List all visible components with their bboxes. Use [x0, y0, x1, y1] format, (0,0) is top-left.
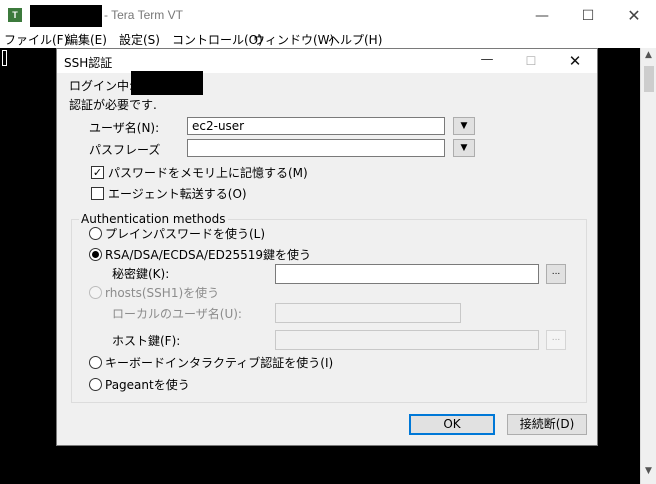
- minimize-button[interactable]: —: [520, 0, 564, 32]
- plain-password-radio[interactable]: [89, 227, 102, 240]
- username-dropdown-icon[interactable]: ▼: [453, 117, 475, 135]
- auth-methods-group-label: Authentication methods: [79, 212, 228, 226]
- passphrase-label: パスフレーズ: [89, 143, 161, 157]
- dialog-title: SSH認証: [64, 56, 113, 70]
- menu-settings[interactable]: 設定(S): [119, 32, 160, 48]
- pageant-label[interactable]: Pageantを使う: [105, 376, 190, 393]
- main-window-title: - Tera Term VT: [104, 8, 183, 22]
- private-key-browse-button[interactable]: ...: [546, 264, 566, 284]
- remember-password-checkbox[interactable]: ✓: [91, 166, 104, 179]
- passphrase-input[interactable]: [187, 139, 445, 157]
- login-prefix-label: ログイン中:: [69, 79, 134, 93]
- host-key-label: ホスト鍵(F):: [112, 334, 181, 348]
- tera-term-app-icon: T: [8, 8, 22, 22]
- menu-edit[interactable]: 編集(E): [66, 32, 107, 48]
- redacted-login-host: [131, 71, 203, 95]
- plain-password-label[interactable]: プレインパスワードを使う(L): [105, 225, 265, 242]
- local-user-input: [275, 303, 461, 323]
- username-label: ユーザ名(N):: [89, 121, 160, 135]
- disconnect-button[interactable]: 接続断(D): [507, 414, 587, 435]
- vertical-scrollbar[interactable]: ▲ ▼: [640, 48, 656, 484]
- dialog-titlebar[interactable]: SSH認証 — ☐ ✕: [57, 49, 597, 73]
- menu-control[interactable]: コントロール(O): [172, 32, 263, 48]
- remember-password-label[interactable]: パスワードをメモリ上に記憶する(M): [108, 164, 308, 181]
- rhosts-radio: [89, 286, 102, 299]
- dialog-minimize-button[interactable]: —: [469, 49, 505, 73]
- keyboard-interactive-label[interactable]: キーボードインタラクティブ認証を使う(I): [105, 354, 333, 371]
- redacted-hostname: [30, 5, 102, 27]
- rhosts-label: rhosts(SSH1)を使う: [105, 286, 220, 300]
- main-window-titlebar[interactable]: T - Tera Term VT — ☐ ✕: [0, 0, 656, 32]
- scroll-up-arrow-icon[interactable]: ▲: [641, 50, 656, 60]
- menu-file[interactable]: ファイル(F): [4, 32, 68, 48]
- host-key-browse-button: ...: [546, 330, 566, 350]
- host-key-input: [275, 330, 539, 350]
- rsa-key-label[interactable]: RSA/DSA/ECDSA/ED25519鍵を使う: [105, 246, 311, 263]
- dialog-maximize-button: ☐: [525, 54, 537, 68]
- agent-forward-checkbox[interactable]: [91, 187, 104, 200]
- maximize-button[interactable]: ☐: [566, 0, 610, 32]
- passphrase-dropdown-icon[interactable]: ▼: [453, 139, 475, 157]
- ok-button[interactable]: OK: [409, 414, 495, 435]
- terminal-cursor: [2, 50, 7, 66]
- private-key-label: 秘密鍵(K):: [112, 267, 170, 281]
- pageant-radio[interactable]: [89, 378, 102, 391]
- rsa-key-radio[interactable]: [89, 248, 102, 261]
- scroll-down-arrow-icon[interactable]: ▼: [641, 466, 656, 476]
- dialog-close-button[interactable]: ✕: [557, 49, 593, 73]
- local-user-label: ローカルのユーザ名(U):: [112, 307, 242, 321]
- private-key-input[interactable]: [275, 264, 539, 284]
- agent-forward-label[interactable]: エージェント転送する(O): [108, 185, 247, 202]
- ssh-auth-dialog: SSH認証 — ☐ ✕ ログイン中: 認証が必要です. ユーザ名(N): ec2…: [56, 48, 598, 446]
- menu-window[interactable]: ウィンドウ(W): [253, 32, 334, 48]
- auth-required-label: 認証が必要です.: [69, 98, 157, 112]
- keyboard-interactive-radio[interactable]: [89, 356, 102, 369]
- close-button[interactable]: ✕: [612, 0, 656, 32]
- scroll-thumb[interactable]: [644, 66, 654, 92]
- username-input[interactable]: ec2-user: [187, 117, 445, 135]
- menu-help[interactable]: ヘルプ(H): [328, 32, 382, 48]
- menubar: ファイル(F) 編集(E) 設定(S) コントロール(O) ウィンドウ(W) ヘ…: [0, 32, 656, 48]
